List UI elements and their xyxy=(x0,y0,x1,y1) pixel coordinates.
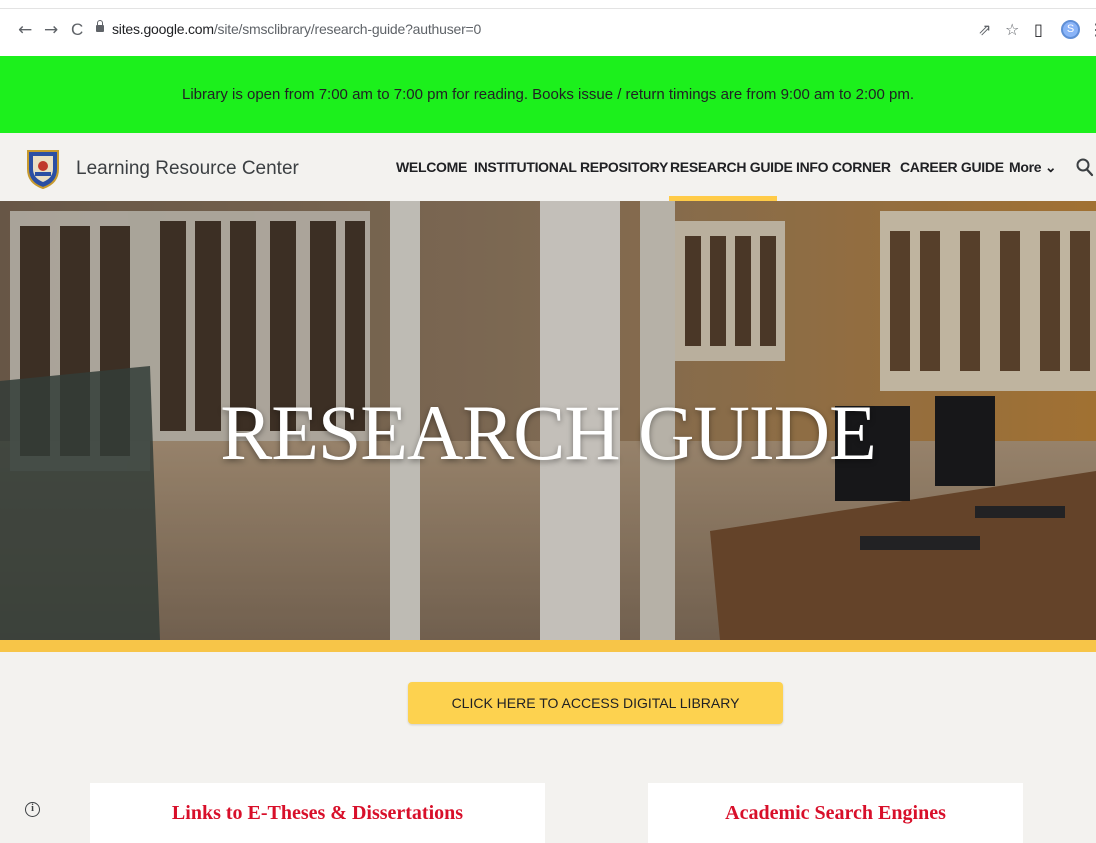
share-icon[interactable]: ⇗ xyxy=(978,21,991,39)
card-e-theses: Links to E-Theses & Dissertations xyxy=(90,783,545,843)
nav-more-menu[interactable]: More ⌄ xyxy=(1009,159,1057,176)
card-title-e-theses: Links to E-Theses & Dissertations xyxy=(171,802,464,824)
tab-strip-edge xyxy=(0,0,1096,9)
browser-menu-icon[interactable]: ⋮ xyxy=(1088,21,1096,39)
address-bar[interactable]: sites.google.com/site/smsclibrary/resear… xyxy=(112,21,481,37)
digital-library-button[interactable]: CLICK HERE TO ACCESS DIGITAL LIBRARY xyxy=(408,682,783,724)
info-icon[interactable]: i xyxy=(25,802,40,817)
search-icon[interactable] xyxy=(1076,156,1096,178)
announcement-text: Library is open from 7:00 am to 7:00 pm … xyxy=(181,86,914,103)
forward-icon[interactable]: → xyxy=(44,20,58,40)
side-panel-icon[interactable]: ▯ xyxy=(1034,21,1043,39)
nav-institutional-repository[interactable]: INSTITUTIONAL REPOSITORY xyxy=(474,159,668,175)
nav-career-guide[interactable]: CAREER GUIDE xyxy=(900,159,1004,175)
institution-logo-icon[interactable] xyxy=(24,147,62,189)
url-path: /site/smsclibrary/research-guide?authuse… xyxy=(213,21,482,37)
nav-info-corner[interactable]: INFO CORNER xyxy=(796,159,891,175)
hero-accent-strip xyxy=(0,640,1096,652)
site-title[interactable]: Learning Resource Center xyxy=(76,158,299,180)
nav-research-guide[interactable]: RESEARCH GUIDE xyxy=(670,159,793,175)
hero-title: RESEARCH GUIDE xyxy=(220,389,877,476)
card-search-engines: Academic Search Engines xyxy=(648,783,1023,843)
nav-welcome[interactable]: WELCOME xyxy=(396,159,467,175)
announcement-banner: Library is open from 7:00 am to 7:00 pm … xyxy=(0,56,1096,133)
lock-icon[interactable] xyxy=(96,20,104,32)
profile-avatar[interactable]: S xyxy=(1061,20,1080,39)
bookmark-star-icon[interactable]: ☆ xyxy=(1005,21,1019,39)
back-icon[interactable]: ← xyxy=(18,20,32,40)
browser-toolbar: ← → C sites.google.com/site/smsclibrary/… xyxy=(0,0,1096,56)
card-title-search-engines: Academic Search Engines xyxy=(725,802,946,824)
reload-icon[interactable]: C xyxy=(71,20,83,40)
url-host: sites.google.com xyxy=(112,21,214,37)
